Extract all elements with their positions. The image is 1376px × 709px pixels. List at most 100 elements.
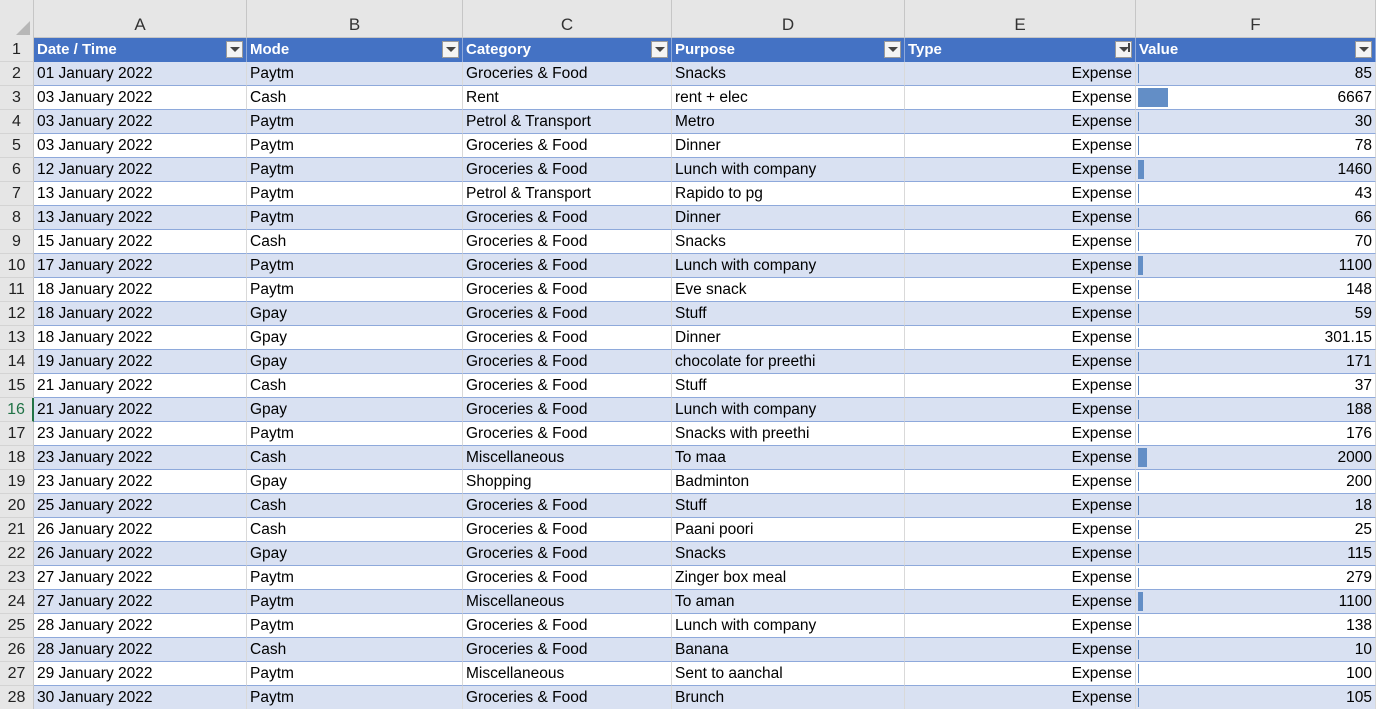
row-number[interactable]: 23 — [0, 566, 34, 590]
date-cell[interactable]: 19 January 2022 — [34, 350, 247, 374]
date-cell[interactable]: 18 January 2022 — [34, 278, 247, 302]
mode-cell[interactable]: Paytm — [247, 62, 463, 86]
purpose-cell[interactable]: Badminton — [672, 470, 905, 494]
value-cell[interactable]: 176 — [1136, 422, 1376, 446]
category-cell[interactable]: Groceries & Food — [463, 638, 672, 662]
row-number[interactable]: 28 — [0, 686, 34, 709]
date-cell[interactable]: 30 January 2022 — [34, 686, 247, 709]
category-cell[interactable]: Miscellaneous — [463, 590, 672, 614]
value-cell[interactable]: 85 — [1136, 62, 1376, 86]
type-cell[interactable]: Expense — [905, 86, 1136, 110]
date-cell[interactable]: 26 January 2022 — [34, 542, 247, 566]
type-cell[interactable]: Expense — [905, 494, 1136, 518]
header-value[interactable]: Value — [1136, 38, 1376, 62]
row-number[interactable]: 17 — [0, 422, 34, 446]
row-number[interactable]: 8 — [0, 206, 34, 230]
type-cell[interactable]: Expense — [905, 350, 1136, 374]
row-number[interactable]: 13 — [0, 326, 34, 350]
purpose-cell[interactable]: To aman — [672, 590, 905, 614]
value-cell[interactable]: 66 — [1136, 206, 1376, 230]
value-cell[interactable]: 100 — [1136, 662, 1376, 686]
row-number[interactable]: 20 — [0, 494, 34, 518]
category-cell[interactable]: Groceries & Food — [463, 614, 672, 638]
category-cell[interactable]: Groceries & Food — [463, 326, 672, 350]
row-number[interactable]: 6 — [0, 158, 34, 182]
category-cell[interactable]: Petrol & Transport — [463, 182, 672, 206]
date-cell[interactable]: 27 January 2022 — [34, 566, 247, 590]
type-cell[interactable]: Expense — [905, 542, 1136, 566]
mode-cell[interactable]: Paytm — [247, 278, 463, 302]
row-number[interactable]: 5 — [0, 134, 34, 158]
purpose-cell[interactable]: Paani poori — [672, 518, 905, 542]
row-number[interactable]: 21 — [0, 518, 34, 542]
value-cell[interactable]: 1100 — [1136, 590, 1376, 614]
row-number[interactable]: 2 — [0, 62, 34, 86]
filter-dropdown-icon[interactable] — [1355, 41, 1372, 58]
mode-cell[interactable]: Paytm — [247, 566, 463, 590]
type-cell[interactable]: Expense — [905, 62, 1136, 86]
mode-cell[interactable]: Paytm — [247, 614, 463, 638]
mode-cell[interactable]: Paytm — [247, 158, 463, 182]
header-category[interactable]: Category — [463, 38, 672, 62]
category-cell[interactable]: Groceries & Food — [463, 518, 672, 542]
value-cell[interactable]: 59 — [1136, 302, 1376, 326]
value-cell[interactable]: 188 — [1136, 398, 1376, 422]
column-header-d[interactable]: D — [672, 0, 905, 38]
value-cell[interactable]: 6667 — [1136, 86, 1376, 110]
filter-dropdown-icon[interactable] — [226, 41, 243, 58]
category-cell[interactable]: Groceries & Food — [463, 206, 672, 230]
purpose-cell[interactable]: Snacks with preethi — [672, 422, 905, 446]
row-number[interactable]: 3 — [0, 86, 34, 110]
mode-cell[interactable]: Gpay — [247, 350, 463, 374]
row-number[interactable]: 27 — [0, 662, 34, 686]
purpose-cell[interactable]: Lunch with company — [672, 614, 905, 638]
purpose-cell[interactable]: chocolate for preethi — [672, 350, 905, 374]
value-cell[interactable]: 10 — [1136, 638, 1376, 662]
category-cell[interactable]: Miscellaneous — [463, 446, 672, 470]
header-type[interactable]: Type — [905, 38, 1136, 62]
purpose-cell[interactable]: Stuff — [672, 302, 905, 326]
date-cell[interactable]: 15 January 2022 — [34, 230, 247, 254]
date-cell[interactable]: 28 January 2022 — [34, 638, 247, 662]
category-cell[interactable]: Groceries & Food — [463, 62, 672, 86]
type-cell[interactable]: Expense — [905, 326, 1136, 350]
value-cell[interactable]: 301.15 — [1136, 326, 1376, 350]
category-cell[interactable]: Groceries & Food — [463, 254, 672, 278]
column-header-f[interactable]: F — [1136, 0, 1376, 38]
category-cell[interactable]: Groceries & Food — [463, 302, 672, 326]
row-number[interactable]: 26 — [0, 638, 34, 662]
purpose-cell[interactable]: Lunch with company — [672, 158, 905, 182]
purpose-cell[interactable]: Lunch with company — [672, 254, 905, 278]
sort-filter-icon[interactable] — [1115, 41, 1132, 58]
mode-cell[interactable]: Gpay — [247, 302, 463, 326]
date-cell[interactable]: 21 January 2022 — [34, 374, 247, 398]
category-cell[interactable]: Groceries & Food — [463, 278, 672, 302]
purpose-cell[interactable]: Zinger box meal — [672, 566, 905, 590]
date-cell[interactable]: 29 January 2022 — [34, 662, 247, 686]
date-cell[interactable]: 12 January 2022 — [34, 158, 247, 182]
date-cell[interactable]: 13 January 2022 — [34, 182, 247, 206]
date-cell[interactable]: 03 January 2022 — [34, 86, 247, 110]
type-cell[interactable]: Expense — [905, 518, 1136, 542]
mode-cell[interactable]: Cash — [247, 230, 463, 254]
purpose-cell[interactable]: Snacks — [672, 230, 905, 254]
type-cell[interactable]: Expense — [905, 254, 1136, 278]
purpose-cell[interactable]: Dinner — [672, 326, 905, 350]
type-cell[interactable]: Expense — [905, 182, 1136, 206]
category-cell[interactable]: Groceries & Food — [463, 686, 672, 709]
row-number[interactable]: 18 — [0, 446, 34, 470]
mode-cell[interactable]: Paytm — [247, 254, 463, 278]
type-cell[interactable]: Expense — [905, 614, 1136, 638]
category-cell[interactable]: Groceries & Food — [463, 374, 672, 398]
category-cell[interactable]: Groceries & Food — [463, 158, 672, 182]
date-cell[interactable]: 13 January 2022 — [34, 206, 247, 230]
row-number[interactable]: 11 — [0, 278, 34, 302]
category-cell[interactable]: Groceries & Food — [463, 398, 672, 422]
date-cell[interactable]: 21 January 2022 — [34, 398, 247, 422]
purpose-cell[interactable]: Stuff — [672, 494, 905, 518]
date-cell[interactable]: 03 January 2022 — [34, 134, 247, 158]
value-cell[interactable]: 200 — [1136, 470, 1376, 494]
type-cell[interactable]: Expense — [905, 590, 1136, 614]
mode-cell[interactable]: Gpay — [247, 326, 463, 350]
category-cell[interactable]: Groceries & Food — [463, 230, 672, 254]
